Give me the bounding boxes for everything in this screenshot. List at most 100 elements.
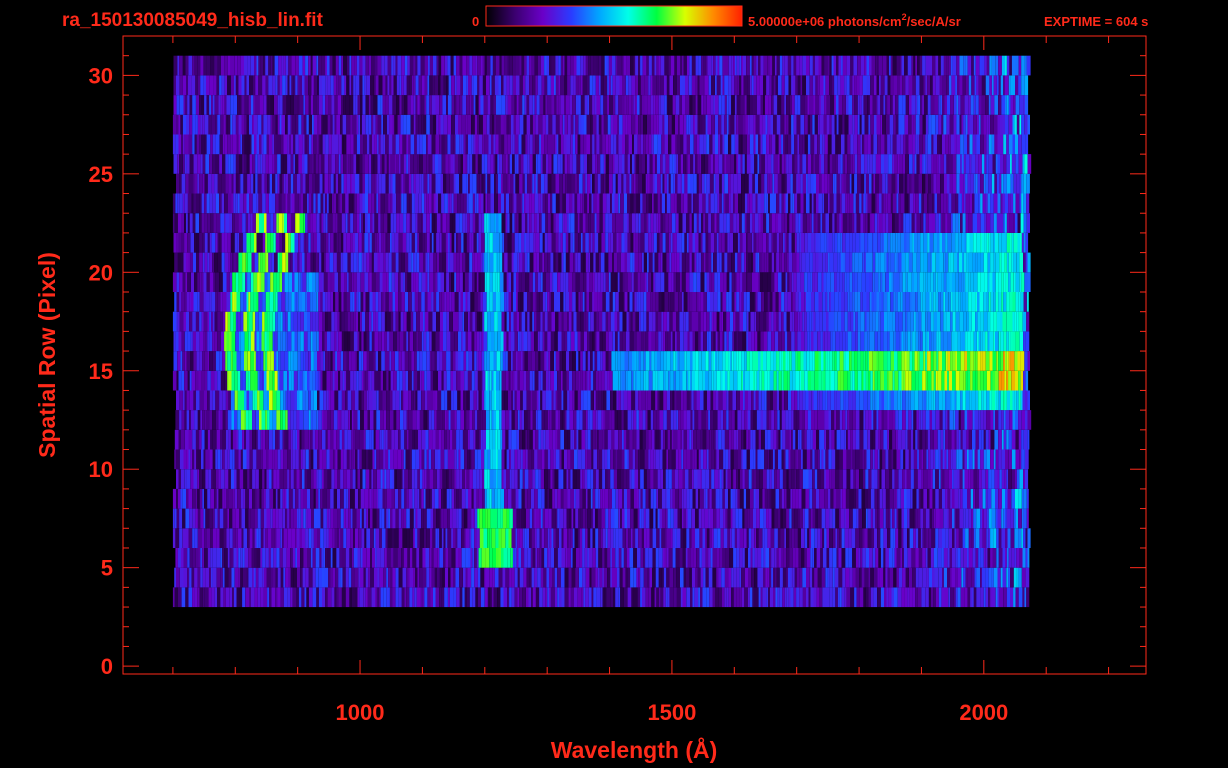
heatmap-cell: [406, 331, 409, 352]
heatmap-cell: [607, 469, 611, 489]
heatmap-cell: [724, 567, 728, 588]
heatmap-cell: [840, 370, 844, 391]
heatmap-cell: [768, 587, 770, 608]
heatmap-cell: [874, 469, 878, 489]
heatmap-cell: [607, 548, 611, 568]
heatmap-cell: [920, 410, 923, 430]
heatmap-cell: [484, 390, 487, 411]
heatmap-cell: [665, 469, 669, 489]
heatmap-cell: [942, 488, 946, 509]
heatmap-cell: [995, 508, 998, 529]
heatmap-cell: [871, 292, 874, 312]
heatmap-cell: [333, 488, 337, 509]
heatmap-cell: [855, 488, 859, 509]
heatmap-cell: [900, 548, 903, 568]
heatmap-cell: [602, 548, 605, 568]
heatmap-cell: [298, 587, 302, 608]
heatmap-cell: [403, 449, 406, 470]
heatmap-cell: [639, 429, 643, 450]
heatmap-cell: [252, 567, 254, 588]
heatmap-cell: [931, 331, 934, 352]
heatmap-cell: [385, 488, 387, 509]
heatmap-cell: [853, 488, 856, 509]
heatmap-cell: [543, 429, 546, 450]
heatmap-cell: [892, 370, 895, 391]
heatmap-cell: [409, 548, 413, 568]
heatmap-cell: [384, 331, 387, 352]
heatmap-cell: [948, 370, 952, 391]
heatmap-cell: [905, 370, 909, 391]
heatmap-cell: [844, 429, 846, 450]
heatmap-cell: [734, 410, 738, 430]
heatmap-cell: [799, 370, 802, 391]
heatmap-cell: [705, 548, 709, 568]
heatmap-cell: [822, 390, 826, 411]
heatmap-cell: [256, 331, 259, 352]
heatmap-cell: [307, 548, 311, 568]
heatmap-cell: [686, 528, 690, 548]
heatmap-cell: [904, 587, 908, 608]
heatmap-cell: [964, 429, 967, 450]
heatmap-cell: [429, 469, 433, 489]
heatmap-cell: [1023, 488, 1027, 509]
heatmap-cell: [489, 370, 492, 391]
heatmap-cell: [764, 528, 768, 548]
heatmap-cell: [575, 567, 579, 588]
heatmap-cell: [451, 292, 455, 312]
heatmap-cell: [375, 587, 377, 608]
heatmap-cell: [211, 292, 216, 312]
heatmap-cell: [231, 331, 236, 352]
heatmap-cell: [389, 331, 394, 352]
heatmap-cell: [172, 311, 176, 332]
heatmap-cell: [398, 311, 401, 332]
heatmap-cell: [671, 449, 676, 470]
heatmap-cell: [397, 449, 402, 470]
heatmap-cell: [590, 429, 593, 450]
heatmap-cell: [562, 410, 565, 430]
heatmap-cell: [639, 331, 642, 352]
heatmap-cell: [682, 469, 685, 489]
heatmap-cell: [683, 390, 687, 411]
heatmap-cell: [534, 488, 538, 509]
heatmap-cell: [889, 410, 893, 430]
heatmap-cell: [691, 390, 694, 411]
heatmap-cell: [733, 311, 736, 332]
heatmap-cell: [185, 587, 189, 608]
heatmap-cell: [627, 567, 631, 588]
heatmap-cell: [648, 331, 652, 352]
heatmap-cell: [303, 311, 307, 332]
heatmap-cell: [327, 311, 332, 332]
heatmap-cell: [312, 429, 316, 450]
heatmap-cell: [733, 351, 737, 371]
heatmap-cell: [718, 351, 723, 371]
heatmap-cell: [277, 370, 280, 391]
heatmap-cell: [667, 429, 671, 450]
heatmap-cell: [953, 587, 956, 608]
heatmap-cell: [475, 429, 480, 450]
heatmap-cell: [901, 508, 904, 529]
heatmap-cell: [505, 429, 509, 450]
heatmap-cell: [1021, 410, 1025, 430]
heatmap-cell: [286, 488, 289, 509]
heatmap-cell: [581, 449, 586, 470]
heatmap-cell: [954, 429, 957, 450]
heatmap-cell: [338, 587, 342, 608]
heatmap-cell: [642, 488, 646, 509]
heatmap-cell: [822, 311, 826, 332]
heatmap-cell: [799, 508, 803, 529]
heatmap-cell: [228, 429, 231, 450]
heatmap-cell: [313, 351, 317, 371]
heatmap-cell: [1005, 488, 1008, 509]
heatmap-cell: [290, 429, 293, 450]
heatmap-cell: [715, 429, 719, 450]
heatmap-cell: [360, 292, 364, 312]
heatmap-cell: [431, 548, 434, 568]
heatmap-cell: [870, 508, 873, 529]
heatmap-cell: [929, 410, 932, 430]
heatmap-cell: [715, 351, 717, 371]
heatmap-cell: [349, 548, 352, 568]
heatmap-cell: [227, 410, 232, 430]
heatmap-cell: [484, 567, 487, 588]
heatmap-cell: [617, 311, 620, 332]
heatmap-cell: [947, 488, 951, 509]
